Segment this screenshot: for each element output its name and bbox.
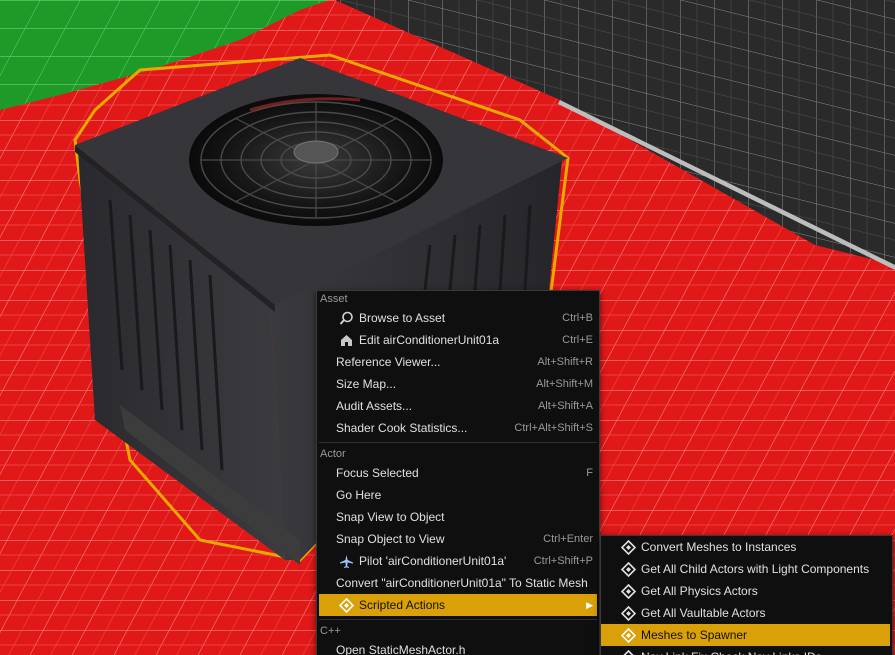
submenu-item-get-child-actors-light[interactable]: Get All Child Actors with Light Componen… xyxy=(601,558,892,580)
menu-item-label: Snap Object to View xyxy=(336,532,445,546)
section-header-cpp: C++ xyxy=(320,625,341,637)
menu-item-label: Edit airConditionerUnit01a xyxy=(359,333,500,347)
menu-item-label: Nav Link Fix Check Nav Links IDs xyxy=(641,646,886,655)
menu-item-label: Get All Physics Actors xyxy=(641,584,758,598)
menu-item-label: Convert Meshes to Instances xyxy=(641,540,797,554)
menu-item-snap-view-to-object[interactable]: Snap View to Object xyxy=(317,506,599,528)
menu-item-label: Reference Viewer... xyxy=(336,355,441,369)
menu-item-label: Pilot 'airConditionerUnit01a' xyxy=(359,554,507,568)
menu-item-reference-viewer[interactable]: Reference Viewer... Alt+Shift+R xyxy=(317,351,599,373)
menu-item-go-here[interactable]: Go Here xyxy=(317,484,599,506)
menu-item-shortcut: Ctrl+Alt+Shift+S xyxy=(514,422,593,434)
diamond-script-icon xyxy=(620,583,636,599)
section-divider xyxy=(319,619,597,620)
menu-item-shortcut: Ctrl+Shift+P xyxy=(533,555,593,567)
actor-context-menu: Asset Browse to Asset Ctrl+B Edit airCon… xyxy=(316,290,600,655)
menu-item-shortcut: Alt+Shift+M xyxy=(536,378,593,390)
menu-item-shortcut: Ctrl+Enter xyxy=(543,533,593,545)
menu-item-size-map[interactable]: Size Map... Alt+Shift+M xyxy=(317,373,599,395)
menu-item-scripted-actions[interactable]: Scripted Actions ▶ xyxy=(319,594,597,616)
menu-item-label: Get All Vaultable Actors xyxy=(641,606,766,620)
menu-item-label: Size Map... xyxy=(336,377,397,391)
menu-item-label: Open StaticMeshActor.h xyxy=(336,643,466,655)
submenu-item-get-vaultable-actors[interactable]: Get All Vaultable Actors xyxy=(601,602,892,624)
menu-item-audit-assets[interactable]: Audit Assets... Alt+Shift+A xyxy=(317,395,599,417)
menu-item-label: Meshes to Spawner xyxy=(641,628,748,642)
menu-item-edit-asset[interactable]: Edit airConditionerUnit01a Ctrl+E xyxy=(317,329,599,351)
menu-item-label: Convert "airConditionerUnit01a" To Stati… xyxy=(336,576,588,590)
submenu-item-nav-link-fix[interactable]: Nav Link Fix Check Nav Links IDs xyxy=(601,646,892,655)
section-header-asset: Asset xyxy=(320,293,348,305)
edit-house-icon xyxy=(338,332,354,348)
section-header-actor: Actor xyxy=(320,448,346,460)
menu-item-shader-cook-statistics[interactable]: Shader Cook Statistics... Ctrl+Alt+Shift… xyxy=(317,417,599,439)
menu-item-label: Shader Cook Statistics... xyxy=(336,421,468,435)
menu-item-snap-object-to-view[interactable]: Snap Object to View Ctrl+Enter xyxy=(317,528,599,550)
diamond-script-icon xyxy=(620,561,636,577)
menu-item-label: Browse to Asset xyxy=(359,311,446,325)
menu-item-label: Get All Child Actors with Light Componen… xyxy=(641,562,870,576)
submenu-item-get-physics-actors[interactable]: Get All Physics Actors xyxy=(601,580,892,602)
section-divider xyxy=(319,442,597,443)
menu-item-browse-to-asset[interactable]: Browse to Asset Ctrl+B xyxy=(317,307,599,329)
airplane-pilot-icon xyxy=(338,553,354,569)
menu-item-shortcut: Alt+Shift+A xyxy=(537,400,593,412)
diamond-script-icon xyxy=(620,539,636,555)
menu-item-shortcut: Ctrl+E xyxy=(562,334,593,346)
menu-item-label: Go Here xyxy=(336,488,382,502)
menu-item-pilot-actor[interactable]: Pilot 'airConditionerUnit01a' Ctrl+Shift… xyxy=(317,550,599,572)
menu-item-focus-selected[interactable]: Focus Selected F xyxy=(317,462,599,484)
menu-item-convert-to-static-mesh[interactable]: Convert "airConditionerUnit01a" To Stati… xyxy=(317,572,599,594)
menu-item-shortcut: Alt+Shift+R xyxy=(537,356,593,368)
menu-item-shortcut: F xyxy=(586,467,593,479)
menu-item-shortcut: Ctrl+B xyxy=(562,312,593,324)
submenu-item-meshes-to-spawner[interactable]: Meshes to Spawner xyxy=(601,624,890,646)
menu-item-label: Scripted Actions xyxy=(359,598,446,612)
menu-item-label: Focus Selected xyxy=(336,466,419,480)
menu-item-open-header[interactable]: Open StaticMeshActor.h xyxy=(317,639,599,655)
diamond-script-icon xyxy=(620,605,636,621)
submenu-arrow-icon: ▶ xyxy=(586,600,593,610)
menu-item-label: Snap View to Object xyxy=(336,510,445,524)
diamond-script-icon xyxy=(620,649,636,655)
diamond-script-icon xyxy=(620,627,636,643)
magnifier-browse-icon xyxy=(338,310,354,326)
submenu-item-convert-meshes-to-instances[interactable]: Convert Meshes to Instances xyxy=(601,536,892,558)
scripted-actions-submenu: Convert Meshes to Instances Get All Chil… xyxy=(600,535,893,655)
menu-item-label: Audit Assets... xyxy=(336,399,413,413)
diamond-script-icon xyxy=(338,597,354,613)
